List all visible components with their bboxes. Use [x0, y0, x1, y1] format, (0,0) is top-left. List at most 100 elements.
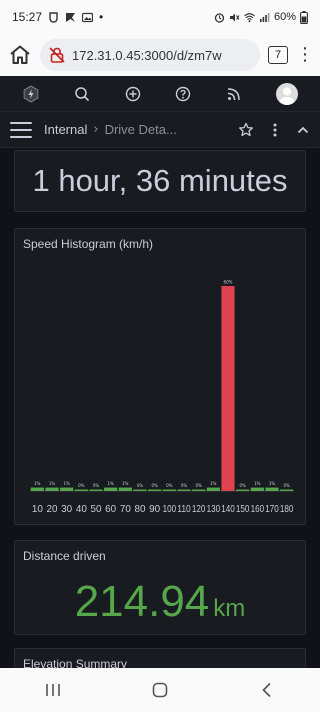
signal-icon [259, 12, 270, 22]
browser-toolbar: 172.31.0.45:3000/d/zm7w 7 ⋮ [0, 34, 320, 76]
histogram-bar-60[interactable] [104, 487, 118, 491]
x-tick-label-70: 70 [120, 503, 131, 515]
x-tick-label-80: 80 [135, 503, 146, 515]
histogram-bar-120[interactable] [192, 489, 206, 492]
android-status-bar: 15:27 • 60% [0, 0, 320, 34]
histogram-bar-30[interactable] [60, 487, 74, 491]
search-icon[interactable] [73, 85, 91, 103]
histogram-bar-160[interactable] [250, 487, 264, 491]
user-avatar[interactable] [275, 82, 298, 105]
histogram-data-label-70: 1% [122, 481, 129, 486]
speed-histogram-panel: Speed Histogram (km/h) 1% 10 1% 20 1% 30 0% 40 0… [14, 228, 306, 525]
histogram-data-label-180: 0% [283, 483, 290, 488]
histogram-data-label-40: 0% [78, 483, 85, 488]
tab-switcher-button[interactable]: 7 [268, 46, 288, 64]
status-more-dot: • [99, 10, 104, 24]
histogram-bar-50[interactable] [89, 489, 103, 492]
histogram-data-label-60: 1% [107, 481, 114, 486]
x-tick-label-140: 140 [221, 503, 235, 515]
address-bar[interactable]: 172.31.0.45:3000/d/zm7w [40, 39, 260, 71]
x-tick-label-130: 130 [207, 503, 221, 515]
gallery-icon [82, 12, 94, 22]
distance-driven-panel: Distance driven 214.94 km [14, 540, 306, 635]
x-tick-label-180: 180 [280, 503, 294, 515]
android-nav-bar [0, 668, 320, 712]
x-tick-label-160: 160 [251, 503, 265, 515]
histogram-bar-10[interactable] [30, 487, 44, 491]
histogram-data-label-160: 1% [254, 481, 261, 486]
histogram-bar-130[interactable] [206, 487, 220, 491]
histogram-bar-180[interactable] [280, 489, 294, 492]
home-icon[interactable] [8, 43, 32, 67]
x-tick-label-30: 30 [61, 503, 72, 515]
histogram-data-label-110: 0% [181, 483, 188, 488]
battery-icon [300, 10, 308, 24]
histogram-bar-20[interactable] [45, 487, 59, 491]
dashboard-actions [238, 122, 310, 138]
x-tick-label-50: 50 [91, 503, 102, 515]
grafana-logo-icon[interactable] [22, 85, 40, 103]
messenger-icon [66, 12, 76, 22]
histogram-data-label-100: 0% [166, 483, 173, 488]
chevron-up-icon[interactable] [296, 123, 310, 137]
x-tick-label-10: 10 [32, 503, 43, 515]
distance-driven-value: 214.94 km [15, 577, 305, 627]
histogram-bar-140[interactable] [221, 286, 235, 491]
histogram-bar-70[interactable] [118, 487, 132, 491]
breadcrumb-separator: › [93, 122, 99, 137]
histogram-data-label-90: 0% [151, 483, 158, 488]
histogram-data-label-50: 0% [93, 483, 100, 488]
x-tick-label-90: 90 [149, 503, 160, 515]
wifi-icon [244, 12, 255, 22]
histogram-data-label-30: 1% [63, 481, 70, 486]
histogram-data-label-10: 1% [34, 481, 41, 486]
more-options-icon[interactable] [272, 122, 278, 138]
status-right: 60% [214, 10, 308, 24]
histogram-data-label-170: 1% [269, 481, 276, 486]
histogram-data-label-150: 0% [239, 483, 246, 488]
histogram-bar-40[interactable] [74, 489, 88, 492]
breadcrumb-folder[interactable]: Internal [44, 122, 87, 137]
status-time: 15:27 [12, 10, 43, 24]
x-tick-label-110: 110 [177, 503, 191, 515]
x-tick-label-150: 150 [236, 503, 250, 515]
x-tick-label-40: 40 [76, 503, 87, 515]
x-tick-label-20: 20 [47, 503, 58, 515]
rss-news-icon[interactable] [225, 85, 243, 103]
back-icon[interactable] [258, 681, 276, 699]
histogram-data-label-120: 0% [195, 483, 202, 488]
hamburger-menu-icon[interactable] [10, 121, 32, 138]
histogram-bar-150[interactable] [236, 489, 250, 492]
status-left: 15:27 • [12, 10, 103, 24]
histogram-data-label-140: 60% [224, 280, 233, 285]
x-tick-label-120: 120 [192, 503, 206, 515]
battery-percent: 60% [273, 11, 296, 23]
url-text[interactable]: 172.31.0.45:3000/d/zm7w [72, 48, 222, 63]
histogram-bar-90[interactable] [148, 489, 162, 492]
recent-apps-icon[interactable] [44, 682, 62, 698]
alarm-icon [214, 12, 225, 23]
distance-number: 214.94 [74, 577, 210, 626]
distance-unit: km [213, 595, 246, 622]
mute-icon [229, 13, 240, 21]
not-secure-lock-icon[interactable] [48, 46, 66, 64]
histogram-bar-110[interactable] [177, 489, 191, 492]
histogram-data-label-80: 0% [137, 483, 144, 488]
speed-histogram-chart: 1% 10 1% 20 1% 30 0% 40 0% 50 1% 60 1% 70 0% 80 0% 90 0% 10… [30, 280, 294, 515]
drive-duration-value: 1 hour, 36 minutes [32, 163, 288, 198]
x-tick-label-170: 170 [265, 503, 279, 515]
x-tick-label-60: 60 [105, 503, 116, 515]
histogram-bar-80[interactable] [133, 489, 147, 492]
histogram-bar-170[interactable] [265, 487, 279, 491]
drive-duration-panel: 1 hour, 36 minutes [14, 150, 306, 212]
histogram-bar-100[interactable] [162, 489, 176, 492]
breadcrumb-dashboard: Drive Deta... [104, 122, 177, 137]
histogram-data-label-20: 1% [49, 481, 56, 486]
star-icon[interactable] [238, 122, 254, 138]
help-icon[interactable] [174, 85, 192, 103]
home-nav-icon[interactable] [151, 681, 169, 699]
browser-menu-button[interactable]: ⋮ [296, 46, 314, 64]
grafana-top-nav [0, 76, 320, 112]
histogram-data-label-130: 1% [210, 481, 217, 486]
add-icon[interactable] [124, 85, 142, 103]
